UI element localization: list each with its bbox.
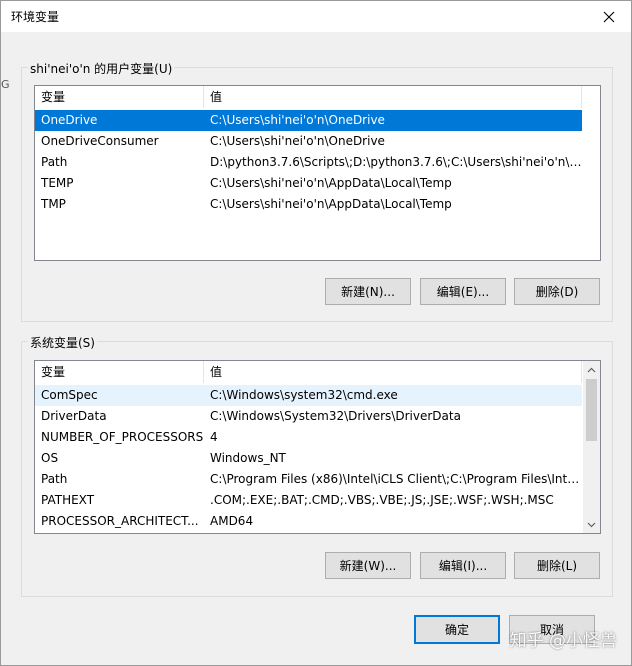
watermark: 知乎 @小怪兽	[509, 631, 617, 651]
user-list-header: 变量 值	[35, 86, 582, 108]
variable-name-cell: TMP	[41, 197, 66, 211]
chevron-up-icon	[587, 367, 596, 372]
variable-name-cell: DriverData	[41, 409, 107, 423]
variable-name-cell: ComSpec	[41, 388, 98, 402]
variable-name-cell: OneDrive	[41, 113, 98, 127]
variable-name-cell: PROCESSOR_ARCHITECT...	[41, 514, 199, 528]
variable-value-cell: C:\Windows\System32\Drivers\DriverData	[210, 409, 461, 423]
variable-name-cell: TEMP	[41, 176, 74, 190]
table-row[interactable]: NUMBER_OF_PROCESSORS 4	[35, 427, 582, 448]
scroll-thumb[interactable]	[586, 379, 597, 441]
table-row[interactable]: OneDriveConsumer C:\Users\shi'nei'o'n\One…	[35, 131, 582, 152]
title-bar: 环境变量	[1, 1, 631, 32]
column-header-value[interactable]: 值	[204, 86, 582, 108]
variable-value-cell: C:\Users\shi'nei'o'n\OneDrive	[210, 113, 385, 127]
system-delete-button[interactable]: 删除(L)	[514, 552, 600, 579]
user-delete-button[interactable]: 删除(D)	[514, 278, 600, 305]
ok-button[interactable]: 确定	[414, 615, 500, 644]
variable-name-cell: OS	[41, 451, 59, 465]
table-row[interactable]: DriverData C:\Windows\System32\Drivers\Dr…	[35, 406, 582, 427]
column-header-variable[interactable]: 变量	[35, 361, 204, 383]
user-variables-list[interactable]: 变量 值 OneDrive C:\Users\shi'nei'o'n\OneDri…	[34, 85, 601, 261]
user-list-rows: OneDrive C:\Users\shi'nei'o'n\OneDrive One…	[35, 110, 582, 215]
table-row[interactable]: TMP C:\Users\shi'nei'o'n\AppData\Local\Te…	[35, 194, 582, 215]
system-variables-label: 系统变量(S)	[28, 334, 97, 351]
variable-name-cell: PATHEXT	[41, 493, 95, 507]
table-row[interactable]: Path D:\python3.7.6\Scripts\;D:\python3.7…	[35, 152, 582, 173]
variable-value-cell: AMD64	[210, 514, 254, 528]
table-row[interactable]: TEMP C:\Users\shi'nei'o'n\AppData\Local\T…	[35, 173, 582, 194]
scroll-down-button[interactable]	[583, 516, 600, 533]
scroll-up-button[interactable]	[583, 361, 600, 378]
system-list-scrollbar[interactable]	[583, 361, 600, 533]
variable-value-cell: C:\Users\shi'nei'o'n\OneDrive	[210, 134, 385, 148]
column-header-value[interactable]: 值	[204, 361, 582, 383]
column-header-variable[interactable]: 变量	[35, 86, 204, 108]
user-variables-label: shi'nei'o'n 的用户变量(U)	[28, 60, 175, 77]
close-button[interactable]	[589, 1, 629, 32]
table-row[interactable]: OneDrive C:\Users\shi'nei'o'n\OneDrive	[35, 110, 582, 131]
user-new-button[interactable]: 新建(N)...	[325, 278, 411, 305]
system-edit-button[interactable]: 编辑(I)...	[420, 552, 506, 579]
variable-value-cell: D:\python3.7.6\Scripts\;D:\python3.7.6\;…	[210, 155, 582, 169]
variable-value-cell: .COM;.EXE;.BAT;.CMD;.VBS;.VBE;.JS;.JSE;.…	[210, 493, 554, 507]
system-variables-list[interactable]: 变量 值 ComSpec C:\Windows\system32\cmd.exe D…	[34, 360, 601, 534]
system-list-rows: ComSpec C:\Windows\system32\cmd.exe Driver…	[35, 385, 582, 532]
variable-value-cell: Windows_NT	[210, 451, 286, 465]
close-icon	[603, 11, 615, 22]
system-new-button[interactable]: 新建(W)...	[325, 552, 411, 579]
variable-name-cell: NUMBER_OF_PROCESSORS	[41, 430, 204, 444]
variable-value-cell: 4	[210, 430, 218, 444]
system-list-header: 变量 值	[35, 361, 582, 383]
variable-name-cell: OneDriveConsumer	[41, 134, 159, 148]
variable-value-cell: C:\Users\shi'nei'o'n\AppData\Local\Temp	[210, 176, 452, 190]
variable-value-cell: C:\Users\shi'nei'o'n\AppData\Local\Temp	[210, 197, 452, 211]
environment-variables-dialog: 环境变量 G shi'nei'o'n 的用户变量(U) 变量 值 OneDriv…	[0, 0, 632, 666]
variable-name-cell: Path	[41, 472, 68, 486]
variable-value-cell: C:\Windows\system32\cmd.exe	[210, 388, 398, 402]
table-row[interactable]: ComSpec C:\Windows\system32\cmd.exe	[35, 385, 582, 406]
variable-value-cell: C:\Program Files (x86)\Intel\iCLS Client…	[210, 472, 582, 486]
table-row[interactable]: PROCESSOR_ARCHITECT... AMD64	[35, 511, 582, 532]
window-title: 环境变量	[11, 10, 60, 24]
table-row[interactable]: Path C:\Program Files (x86)\Intel\iCLS Cl…	[35, 469, 582, 490]
chevron-down-icon	[587, 522, 596, 527]
user-edit-button[interactable]: 编辑(E)...	[420, 278, 506, 305]
table-row[interactable]: PATHEXT .COM;.EXE;.BAT;.CMD;.VBS;.VBE;.JS…	[35, 490, 582, 511]
edge-glyph: G	[1, 78, 10, 91]
table-row[interactable]: OS Windows_NT	[35, 448, 582, 469]
variable-name-cell: Path	[41, 155, 68, 169]
